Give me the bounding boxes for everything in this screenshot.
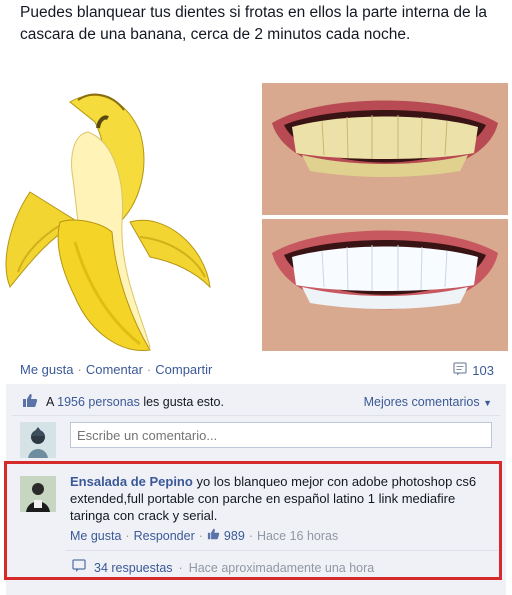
thumbs-up-icon (207, 528, 220, 543)
thumbs-up-icon (22, 393, 38, 411)
comment-reply-link[interactable]: Responder (134, 529, 195, 543)
comment-like-count[interactable]: 989 (224, 529, 245, 543)
separator-dot: · (125, 528, 130, 543)
caret-down-icon: ▼ (483, 398, 492, 408)
comment-author-link[interactable]: Ensalada de Pepino (70, 474, 193, 489)
comment-like-link[interactable]: Me gusta (70, 529, 121, 543)
comment-body: Ensalada de Pepino yo los blanqueo mejor… (70, 473, 495, 524)
comment-count-value: 103 (472, 363, 494, 378)
replies-row[interactable]: 34 respuestas · Hace aproximadamente una… (72, 559, 374, 576)
like-link[interactable]: Me gusta (20, 362, 73, 377)
divider (12, 415, 500, 416)
banana-image[interactable] (0, 72, 250, 354)
comment-input[interactable] (70, 422, 492, 448)
post-text: Puedes blanquear tus dientes si frotas e… (20, 4, 488, 43)
commenter-avatar[interactable] (20, 476, 56, 512)
share-link[interactable]: Compartir (155, 362, 212, 377)
sort-label: Mejores comentarios (363, 395, 480, 409)
likes-summary: A 1956 personas les gusta esto. (22, 393, 224, 411)
separator-dot: · (146, 362, 152, 377)
post-actions: Me gusta · Comentar · Compartir (20, 362, 212, 377)
comment-time[interactable]: Hace 16 horas (257, 529, 338, 543)
sort-dropdown[interactable]: Mejores comentarios ▼ (364, 395, 492, 409)
separator-dot: · (178, 560, 183, 575)
likes-prefix: A (46, 395, 54, 409)
separator-dot: · (248, 528, 253, 543)
divider (66, 550, 498, 551)
likes-suffix: les gusta esto. (143, 395, 224, 409)
replies-count[interactable]: 34 respuestas (94, 561, 173, 575)
teeth-comparison-image[interactable] (262, 83, 508, 351)
likes-people-link[interactable]: 1956 personas (57, 395, 140, 409)
comment-icon (453, 362, 467, 379)
comment-meta: Me gusta · Responder · 989 · Hace 16 hor… (70, 528, 338, 543)
current-user-avatar[interactable] (20, 422, 56, 458)
comment-link[interactable]: Comentar (86, 362, 143, 377)
reply-icon (72, 559, 88, 576)
separator-dot: · (198, 528, 203, 543)
replies-time: Hace aproximadamente una hora (188, 560, 375, 575)
separator-dot: · (77, 362, 82, 377)
comment-count[interactable]: 103 (453, 362, 494, 379)
